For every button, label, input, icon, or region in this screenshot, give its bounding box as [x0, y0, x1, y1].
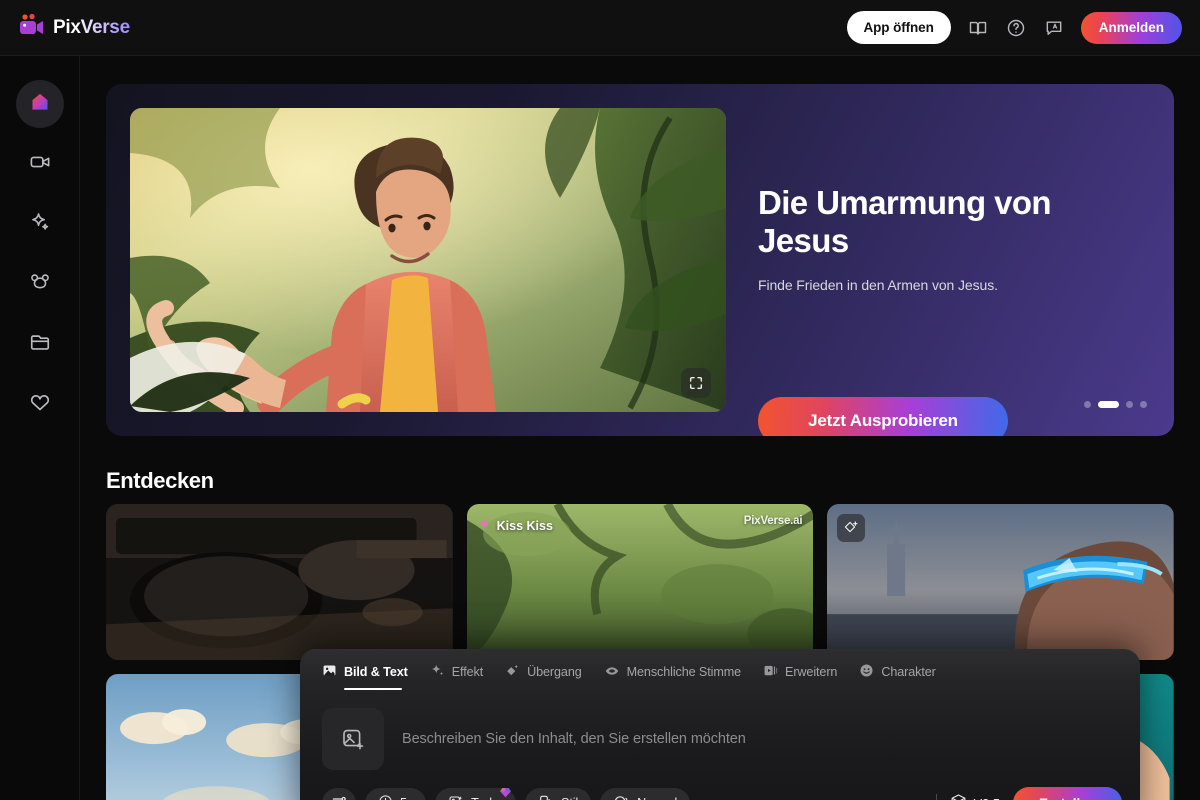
fullscreen-icon[interactable] — [681, 368, 711, 398]
style-icon — [538, 794, 554, 800]
brand-name: PixVerse — [53, 16, 130, 38]
settings-sliders-button[interactable] — [322, 787, 356, 800]
app-header: PixVerse App öffnen Anmelden — [0, 0, 1200, 56]
tab-effekt[interactable]: Effekt — [430, 663, 483, 691]
video-camera-icon — [29, 151, 51, 178]
smiley-icon — [859, 663, 874, 681]
duration-label: 5s — [400, 796, 413, 800]
quality-turbo-button[interactable]: Turbo — [435, 786, 517, 800]
sidebar-item-character[interactable] — [16, 260, 64, 308]
carousel-dot-4[interactable] — [1140, 401, 1147, 408]
sparkle-icon — [430, 663, 445, 681]
lips-icon — [604, 663, 620, 682]
discover-card[interactable] — [106, 504, 453, 660]
character-head-icon — [29, 271, 51, 298]
tab-label: Menschliche Stimme — [626, 665, 742, 679]
prompt-input[interactable] — [402, 731, 1118, 747]
home-icon — [29, 91, 51, 118]
tab-uebergang[interactable]: Übergang — [505, 663, 582, 691]
card-watermark: PixVerse.ai — [743, 515, 803, 527]
brand-logo[interactable]: PixVerse — [0, 13, 130, 42]
motion-label: Normal — [637, 796, 677, 800]
discover-card[interactable]: Kiss Kiss PixVerse.ai — [466, 504, 814, 660]
card-tag: Kiss Kiss — [478, 518, 553, 534]
feedback-icon[interactable] — [1043, 17, 1065, 39]
left-sidebar — [0, 56, 80, 800]
prompt-controls-right: V3.5 Erstellen — [935, 787, 1122, 800]
hero-image[interactable] — [130, 108, 726, 412]
create-button[interactable]: Erstellen — [1012, 787, 1122, 800]
style-button[interactable]: Stil — [525, 787, 592, 800]
sidebar-item-projects[interactable] — [16, 320, 64, 368]
sparkle-icon — [29, 211, 51, 238]
clock-icon — [378, 794, 393, 800]
tab-label: Erweitern — [785, 665, 838, 679]
main-content: Die Umarmung von Jesus Finde Frieden in … — [80, 56, 1200, 800]
sidebar-item-video[interactable] — [16, 140, 64, 188]
sidebar-item-home[interactable] — [15, 80, 64, 128]
prompt-tabs: Bild & Text Effekt Übergang Menschliche … — [300, 649, 1140, 691]
carousel-dot-3[interactable] — [1126, 401, 1133, 408]
tab-bild-und-text[interactable]: Bild & Text — [322, 663, 408, 691]
tab-charakter[interactable]: Charakter — [859, 663, 936, 691]
image-add-icon[interactable] — [322, 708, 384, 770]
discover-card[interactable] — [827, 504, 1174, 660]
model-label: V3.5 — [974, 796, 1000, 800]
signin-button[interactable]: Anmelden — [1080, 11, 1182, 44]
prompt-controls: 5s Turbo — [322, 787, 1122, 800]
tab-label: Charakter — [881, 665, 936, 679]
hero-banner: Die Umarmung von Jesus Finde Frieden in … — [106, 84, 1174, 436]
motion-icon — [613, 793, 630, 800]
sidebar-item-effects[interactable] — [16, 200, 64, 248]
cube-icon — [950, 793, 967, 800]
turbo-image-icon — [448, 794, 464, 800]
carousel-dot-2[interactable] — [1098, 401, 1119, 408]
tab-erweitern[interactable]: Erweitern — [763, 663, 837, 691]
toolbar-divider — [935, 794, 937, 800]
header-actions: App öffnen Anmelden — [846, 11, 1200, 44]
image-icon — [322, 663, 337, 681]
tab-label: Bild & Text — [344, 665, 408, 679]
sliders-icon — [331, 794, 347, 800]
gem-icon — [499, 786, 512, 800]
card-tag-label: Kiss Kiss — [496, 519, 553, 533]
duration-button[interactable]: 5s — [365, 787, 427, 800]
extend-icon — [763, 663, 778, 681]
carousel-dot-1[interactable] — [1084, 401, 1091, 408]
pixverse-camera-logo-icon — [18, 13, 44, 42]
hero-text-block: Die Umarmung von Jesus Finde Frieden in … — [758, 184, 1138, 293]
carousel-pagination — [1084, 401, 1147, 408]
hero-subtitle: Finde Frieden in den Armen von Jesus. — [758, 277, 998, 293]
book-icon[interactable] — [967, 17, 989, 39]
folder-icon — [29, 331, 51, 358]
model-version-selector[interactable]: V3.5 — [950, 793, 1000, 800]
heart-icon — [29, 391, 51, 418]
add-effect-icon[interactable] — [837, 514, 866, 542]
discover-heading: Entdecken — [106, 468, 214, 493]
help-circle-icon[interactable] — [1005, 17, 1027, 39]
pink-diamond-icon — [478, 518, 491, 534]
prompt-panel: Bild & Text Effekt Übergang Menschliche … — [300, 649, 1140, 800]
tab-label: Übergang — [527, 665, 582, 679]
transition-diamond-icon — [505, 663, 520, 681]
hero-title: Die Umarmung von Jesus — [758, 184, 1052, 259]
tab-label: Effekt — [451, 665, 484, 679]
tab-menschliche-stimme[interactable]: Menschliche Stimme — [604, 663, 741, 692]
prompt-input-row — [322, 707, 1118, 771]
sidebar-item-favorites[interactable] — [16, 380, 64, 428]
hero-cta-button[interactable]: Jetzt Ausprobieren — [758, 397, 1008, 436]
style-label: Stil — [561, 796, 578, 800]
open-app-button[interactable]: App öffnen — [846, 11, 951, 44]
motion-button[interactable]: Normal — [600, 787, 691, 800]
